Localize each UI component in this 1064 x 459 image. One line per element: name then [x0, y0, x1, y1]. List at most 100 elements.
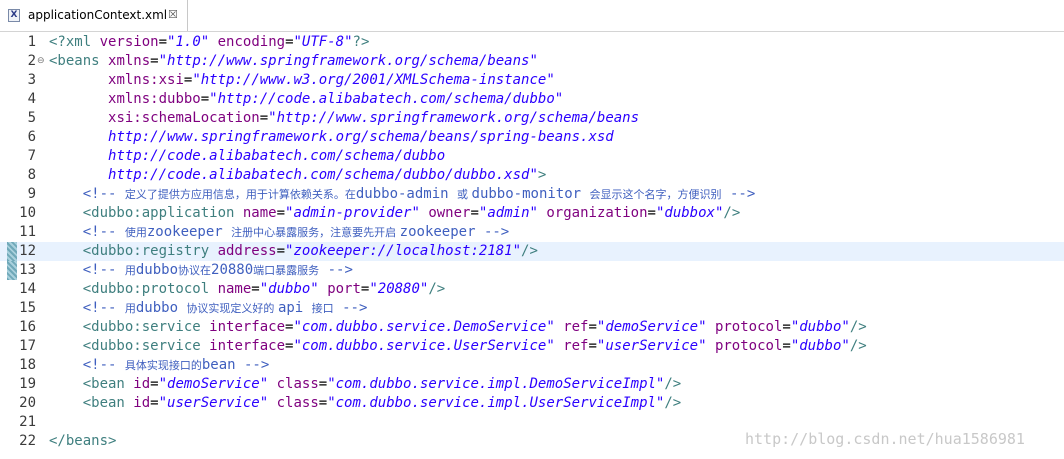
code-token: <!--: [49, 357, 125, 373]
line-number: 17: [19, 338, 36, 354]
close-icon[interactable]: ☒: [168, 8, 178, 21]
code-line[interactable]: 8 http://code.alibabatech.com/schema/dub…: [0, 166, 1064, 185]
code-line[interactable]: 6 http://www.springframework.org/schema/…: [0, 128, 1064, 147]
code-token: bean -->: [201, 357, 270, 373]
watermark: http://blog.csdn.net/hua1586981: [745, 430, 1025, 448]
code-line[interactable]: 2 ⊖ <beans xmlns="http://www.springframewo…: [0, 52, 1064, 71]
line-number: 2: [27, 53, 36, 69]
code-token: "userService": [158, 395, 269, 411]
code-text: <dubbo:registry address="zookeeper://loc…: [49, 242, 538, 261]
code-line[interactable]: 17 <dubbo:service interface = "com.dubbo.s…: [0, 337, 1064, 356]
code-token: <!--: [49, 186, 125, 202]
code-text: <!-- 定义了提供方应用信息，用于计算依赖关系。在dubbo-admin 或 …: [49, 185, 756, 204]
code-token: interface: [209, 319, 286, 335]
code-token: address: [217, 243, 277, 259]
code-editor[interactable]: 1 <?xml version="1.0" encoding="UTF-8"?> 2…: [0, 32, 1064, 459]
code-line[interactable]: 16 <dubbo:service interface = "com.dubbo.s…: [0, 318, 1064, 337]
code-line[interactable]: 20 <bean id="userService" class="com.dub…: [0, 394, 1064, 413]
code-line[interactable]: 13 <!-- 用dubbo协议在20880端口暴露服务 -->: [0, 261, 1064, 280]
code-token: "userService": [596, 338, 707, 354]
line-number: 3: [27, 72, 36, 88]
editor-tab-applicationcontext[interactable]: X applicationContext.xml ☒: [0, 0, 188, 31]
code-line[interactable]: 11 <!-- 使用zookeeper 注册中心暴露服务，注意要先开启 zook…: [0, 223, 1064, 242]
line-number: 15: [19, 300, 36, 316]
code-token: -->: [721, 186, 756, 202]
code-token: =: [782, 338, 791, 354]
code-text: <?xml version="1.0" encoding="UTF-8"?>: [49, 33, 369, 52]
code-token: id: [133, 376, 151, 392]
xml-file-icon: X: [8, 9, 20, 22]
code-line[interactable]: 19 <bean id="demoService" class="com.dub…: [0, 375, 1064, 394]
code-line[interactable]: 10 <dubbo:application name="admin-provid…: [0, 204, 1064, 223]
line-number: 13: [19, 262, 36, 278]
code-token: "demoService": [596, 319, 707, 335]
code-text: xmlns:xsi="http://www.w3.org/2001/XMLSch…: [49, 71, 555, 90]
code-line[interactable]: 3 xmlns:xsi="http://www.w3.org/2001/XMLS…: [0, 71, 1064, 90]
code-token: "demoService": [158, 376, 269, 392]
code-token: http://code.alibabatech.com/schema/dubbo: [108, 148, 446, 164]
code-token: http://www.springframework.org/schema/be…: [108, 129, 614, 145]
code-token: name: [242, 205, 277, 221]
code-token: zookeeper -->: [399, 224, 510, 240]
code-line[interactable]: 4 xmlns:dubbo="http://code.alibabatech.c…: [0, 90, 1064, 109]
tab-title[interactable]: applicationContext.xml: [28, 8, 167, 22]
code-token: "20880": [369, 281, 429, 297]
line-number: 8: [27, 167, 36, 183]
code-line[interactable]: 14 <dubbo:protocol name="dubbo" port="20…: [0, 280, 1064, 299]
code-token: "dubbo": [259, 281, 319, 297]
line-number: 11: [19, 224, 36, 240]
code-token: =: [200, 91, 210, 107]
code-line[interactable]: 12 <dubbo:registry address="zookeeper://…: [0, 242, 1064, 261]
fold-toggle-icon[interactable]: ⊖: [37, 52, 45, 71]
code-text: http://code.alibabatech.com/schema/dubbo: [49, 147, 445, 166]
code-token: organization: [546, 205, 648, 221]
code-token: owner: [428, 205, 471, 221]
editor-tab-bar: X applicationContext.xml ☒: [0, 0, 1064, 32]
code-text: <dubbo:application name="admin-provider"…: [49, 204, 741, 223]
code-token: <dubbo:service: [49, 338, 210, 354]
code-text: <dubbo:service interface = "com.dubbo.serv…: [49, 318, 867, 337]
code-text: <!-- 使用zookeeper 注册中心暴露服务，注意要先开启 zookeep…: [49, 223, 510, 242]
code-token: id: [133, 395, 151, 411]
code-text: <bean id="userService" class="com.dubbo.…: [49, 394, 682, 413]
code-token: />: [849, 319, 867, 335]
code-token: "com.dubbo.service.impl.UserServiceImpl": [327, 395, 665, 411]
code-text: <dubbo:service interface = "com.dubbo.serv…: [49, 337, 867, 356]
line-number: 20: [19, 395, 36, 411]
line-number: 10: [19, 205, 36, 221]
code-line[interactable]: 1 <?xml version="1.0" encoding="UTF-8"?>: [0, 33, 1064, 52]
code-token: <bean: [49, 376, 134, 392]
code-token: <bean: [49, 395, 134, 411]
code-token: =: [318, 376, 328, 392]
code-token: <?xml: [49, 34, 100, 50]
code-line[interactable]: 5 xsi:schemaLocation="http://www.springf…: [0, 109, 1064, 128]
code-token: </beans>: [49, 433, 117, 449]
code-token: "http://www.springframework.org/schema/b…: [268, 110, 640, 126]
code-token: encoding: [217, 34, 286, 50]
code-token: 20880: [211, 262, 254, 278]
code-line[interactable]: 9 <!-- 定义了提供方应用信息，用于计算依赖关系。在dubbo-admin …: [0, 185, 1064, 204]
code-token: 定义了提供方应用信息，用于计算依赖关系。在: [124, 188, 356, 201]
code-token: 注册中心暴露服务，注意要先开启: [231, 226, 400, 239]
code-token: ?>: [352, 34, 370, 50]
code-token: =: [276, 243, 286, 259]
code-token: "http://code.alibabatech.com/schema/dubb…: [209, 91, 564, 107]
line-number: 21: [19, 414, 36, 430]
code-token: >: [537, 167, 547, 183]
line-number: 9: [27, 186, 36, 202]
code-token: port: [327, 281, 361, 297]
code-line[interactable]: 7 http://code.alibabatech.com/schema/dub…: [0, 147, 1064, 166]
code-token: 协议实现定义好的: [186, 302, 278, 315]
code-token: =: [276, 205, 286, 221]
code-text: <beans xmlns="http://www.springframework…: [49, 52, 538, 71]
code-token: name: [217, 281, 252, 297]
code-token: <dubbo:registry: [49, 243, 218, 259]
code-token: xmlns: [108, 53, 151, 69]
code-line[interactable]: 18 <!-- 具体实现接口的bean -->: [0, 356, 1064, 375]
code-line[interactable]: 15 <!-- 用dubbo 协议实现定义好的 api 接口 -->: [0, 299, 1064, 318]
